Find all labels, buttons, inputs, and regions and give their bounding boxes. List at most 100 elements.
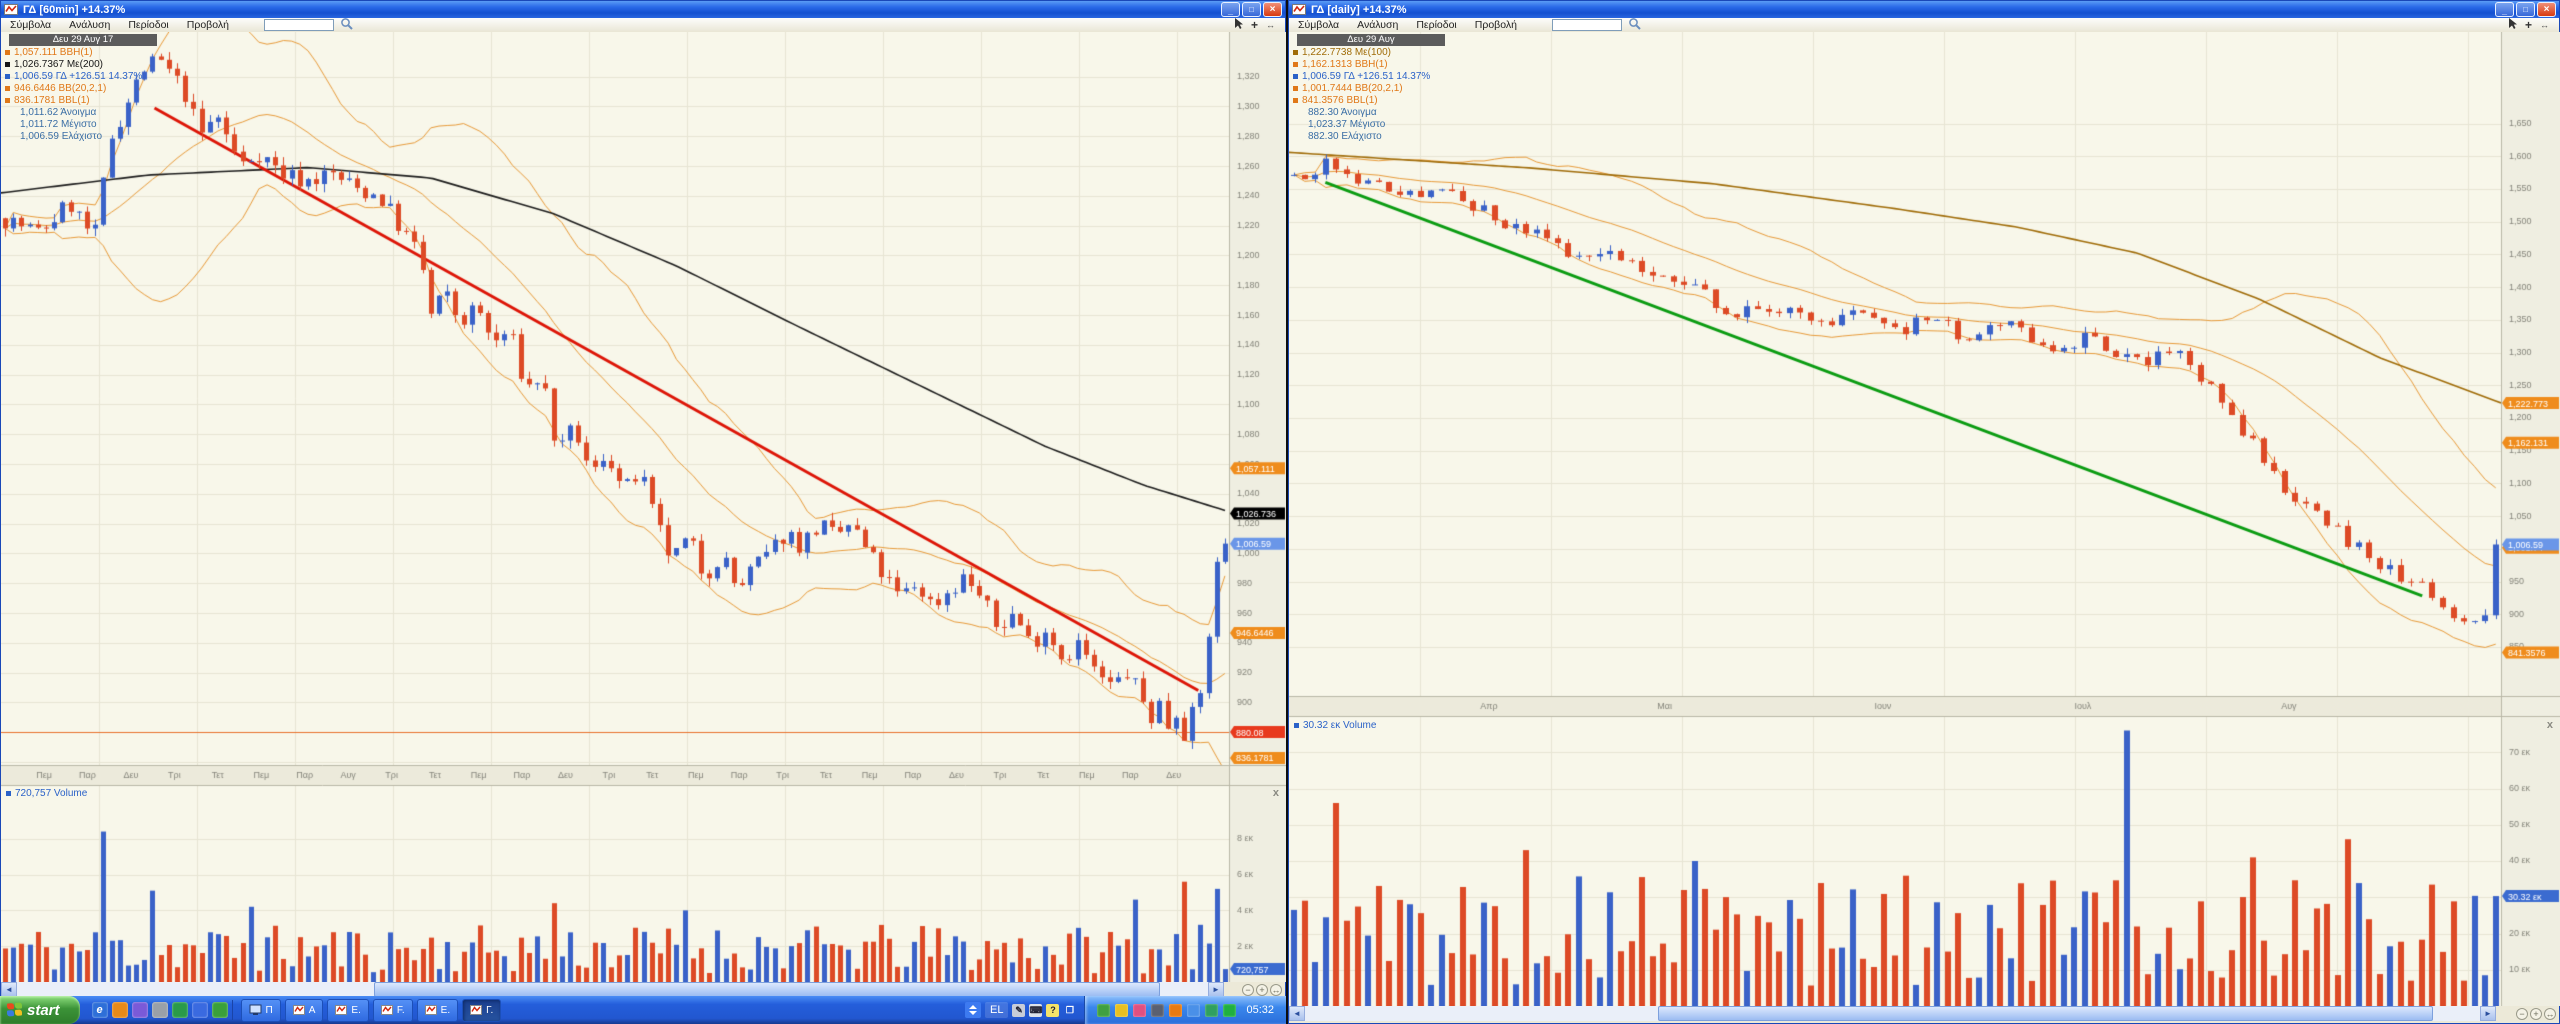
monitor-eye-icon[interactable]	[1205, 1004, 1218, 1017]
chart-icon	[293, 1005, 305, 1015]
maximize-button[interactable]: □	[2516, 2, 2535, 17]
chart-icon	[425, 1005, 437, 1015]
legend-row-bbl: 841.3576 BBL(1)	[1302, 95, 1378, 106]
volume-pane-close-icon[interactable]: x	[2547, 720, 2553, 730]
language-indicator[interactable]: EL	[985, 1002, 1008, 1018]
h-resize-tool-icon[interactable]: ↔	[1266, 20, 1275, 30]
legend-date-header: Δευ 29 Αυγ	[1297, 34, 1445, 46]
menu-periods[interactable]: Περίοδοι	[119, 19, 177, 31]
scroll-right-arrow[interactable]: ►	[1208, 982, 1224, 997]
minimize-button[interactable]: _	[2495, 2, 2514, 17]
crosshair-tool-icon[interactable]: +	[2525, 19, 2532, 31]
legend-row-ma: 1,026.7367 Με(200)	[14, 59, 103, 70]
pen-input-icon[interactable]: ✎	[1012, 1004, 1025, 1017]
taskbar-window-chart-a[interactable]: A	[285, 999, 324, 1022]
menu-symbols[interactable]: Σύμβολα	[1289, 19, 1348, 31]
legend-date-header: Δευ 29 Αυγ 17	[9, 34, 157, 46]
antivirus-check-icon[interactable]	[1223, 1004, 1236, 1017]
taskbar-window-platform[interactable]: Π	[241, 999, 281, 1022]
pointer-tool-icon[interactable]	[2507, 17, 2517, 33]
scrollbar-thumb[interactable]	[1658, 1006, 2434, 1021]
menu-analysis[interactable]: Ανάλυση	[1348, 19, 1407, 31]
security-shield-icon[interactable]	[1115, 1004, 1128, 1017]
scrollbar-track[interactable]	[17, 982, 1208, 997]
menu-periods[interactable]: Περίοδοι	[1407, 19, 1465, 31]
sync-icon[interactable]	[152, 1002, 168, 1018]
pointer-tool-icon[interactable]	[1233, 17, 1243, 33]
restore-toolbar-icon[interactable]: ❐	[1063, 1004, 1076, 1017]
taskbar-window-chart-f[interactable]: F.	[373, 999, 413, 1022]
symbol-search-input[interactable]	[264, 19, 334, 31]
legend-low-value: 882.30 Ελάχιστο	[1291, 131, 1445, 142]
keyboard-icon[interactable]: ⌨	[1029, 1004, 1042, 1017]
volume-swatch	[6, 791, 11, 796]
horizontal-scrollbar[interactable]: ◄ ► − + ↔	[1289, 1006, 2559, 1021]
taskbar-window-chart-e1[interactable]: E.	[327, 999, 368, 1022]
taskbar-window-chart-e2[interactable]: E.	[417, 999, 458, 1022]
scheduler-icon[interactable]	[112, 1002, 128, 1018]
instant-messenger-icon[interactable]	[1133, 1004, 1146, 1017]
toolbar-chevrons-icon[interactable]	[965, 1002, 981, 1018]
taskbar-right-section: EL ✎ ⌨ ? ❐	[965, 1002, 1076, 1018]
titlebar-buttons: _ □ ×	[1221, 2, 1285, 17]
zoom-in-button[interactable]: +	[1256, 984, 1268, 996]
media-player-icon[interactable]	[192, 1002, 208, 1018]
minimize-button[interactable]: _	[1221, 2, 1240, 17]
volume-legend-text: 720,757 Volume	[15, 788, 87, 799]
zoom-in-button[interactable]: +	[2530, 1008, 2542, 1020]
zoom-fit-button[interactable]: ↔	[2544, 1008, 2556, 1020]
help-icon[interactable]: ?	[1046, 1004, 1059, 1017]
search-icon[interactable]	[340, 17, 353, 33]
title-bar[interactable]: ΓΔ [daily] +14.37% _ □ ×	[1289, 1, 2559, 18]
zoom-out-button[interactable]: −	[1242, 984, 1254, 996]
start-button[interactable]: start	[0, 996, 80, 1024]
legend-swatch	[5, 50, 10, 55]
scrollbar-thumb[interactable]	[374, 982, 1160, 997]
titlebar-buttons: _ □ ×	[2495, 2, 2559, 17]
update-window-icon[interactable]	[1187, 1004, 1200, 1017]
menu-analysis[interactable]: Ανάλυση	[60, 19, 119, 31]
menu-view[interactable]: Προβολή	[1466, 19, 1526, 31]
price-chart-canvas[interactable]	[1, 32, 1287, 982]
scroll-left-arrow[interactable]: ◄	[1, 982, 17, 997]
window-divider	[1286, 0, 1288, 1024]
menu-symbols[interactable]: Σύμβολα	[1, 19, 60, 31]
volume-pane-close-icon[interactable]: x	[1273, 788, 1279, 798]
title-bar[interactable]: ΓΔ [60min] +14.37% _ □ ×	[1, 1, 1285, 18]
network-status-icon[interactable]	[1097, 1004, 1110, 1017]
h-resize-tool-icon[interactable]: ↔	[2540, 20, 2549, 30]
scrollbar-track[interactable]	[1305, 1006, 2480, 1021]
zoom-fit-button[interactable]: ↔	[1270, 984, 1282, 996]
close-button[interactable]: ×	[1263, 2, 1282, 17]
zoom-out-button[interactable]: −	[2516, 1008, 2528, 1020]
symbol-search-input[interactable]	[1552, 19, 1622, 31]
recycle-bin-icon[interactable]	[212, 1002, 228, 1018]
legend-swatch	[1293, 86, 1298, 91]
close-button[interactable]: ×	[2537, 2, 2556, 17]
taskbar-window-chart-gd[interactable]: Γ.	[462, 999, 501, 1022]
volume-legend-text: 30.32 εκ Volume	[1303, 720, 1376, 731]
maximize-button[interactable]: □	[1242, 2, 1261, 17]
legend-swatch	[1293, 62, 1298, 67]
legend-row-symbol: 1,006.59 ΓΔ +126.51 14.37%	[1302, 71, 1430, 82]
zoom-controls: − + ↔	[1224, 982, 1285, 997]
crosshair-tool-icon[interactable]: +	[1251, 19, 1258, 31]
globe-icon[interactable]	[172, 1002, 188, 1018]
data-legend: Δευ 29 Αυγ 1,222.7738 Με(100) 1,162.1313…	[1291, 34, 1445, 142]
scroll-right-arrow[interactable]: ►	[2480, 1006, 2496, 1021]
office-app-icon[interactable]	[1169, 1004, 1182, 1017]
legend-swatch	[1293, 74, 1298, 79]
legend-high-value: 1,011.72 Μέγιστο	[3, 119, 157, 130]
legend-row-bb: 946.6446 BB(20,2,1)	[14, 83, 106, 94]
price-chart-canvas[interactable]	[1289, 32, 2560, 1006]
legend-low-value: 1,006.59 Ελάχιστο	[3, 131, 157, 142]
tray-icon-group	[1097, 1004, 1236, 1017]
internet-explorer-icon[interactable]: e	[92, 1002, 108, 1018]
horizontal-scrollbar[interactable]: ◄ ► − + ↔	[1, 982, 1285, 997]
messenger-icon[interactable]	[132, 1002, 148, 1018]
scroll-left-arrow[interactable]: ◄	[1289, 1006, 1305, 1021]
menu-view[interactable]: Προβολή	[178, 19, 238, 31]
search-icon[interactable]	[1628, 17, 1641, 33]
volume-swatch	[1294, 723, 1299, 728]
volume-icon[interactable]	[1151, 1004, 1164, 1017]
